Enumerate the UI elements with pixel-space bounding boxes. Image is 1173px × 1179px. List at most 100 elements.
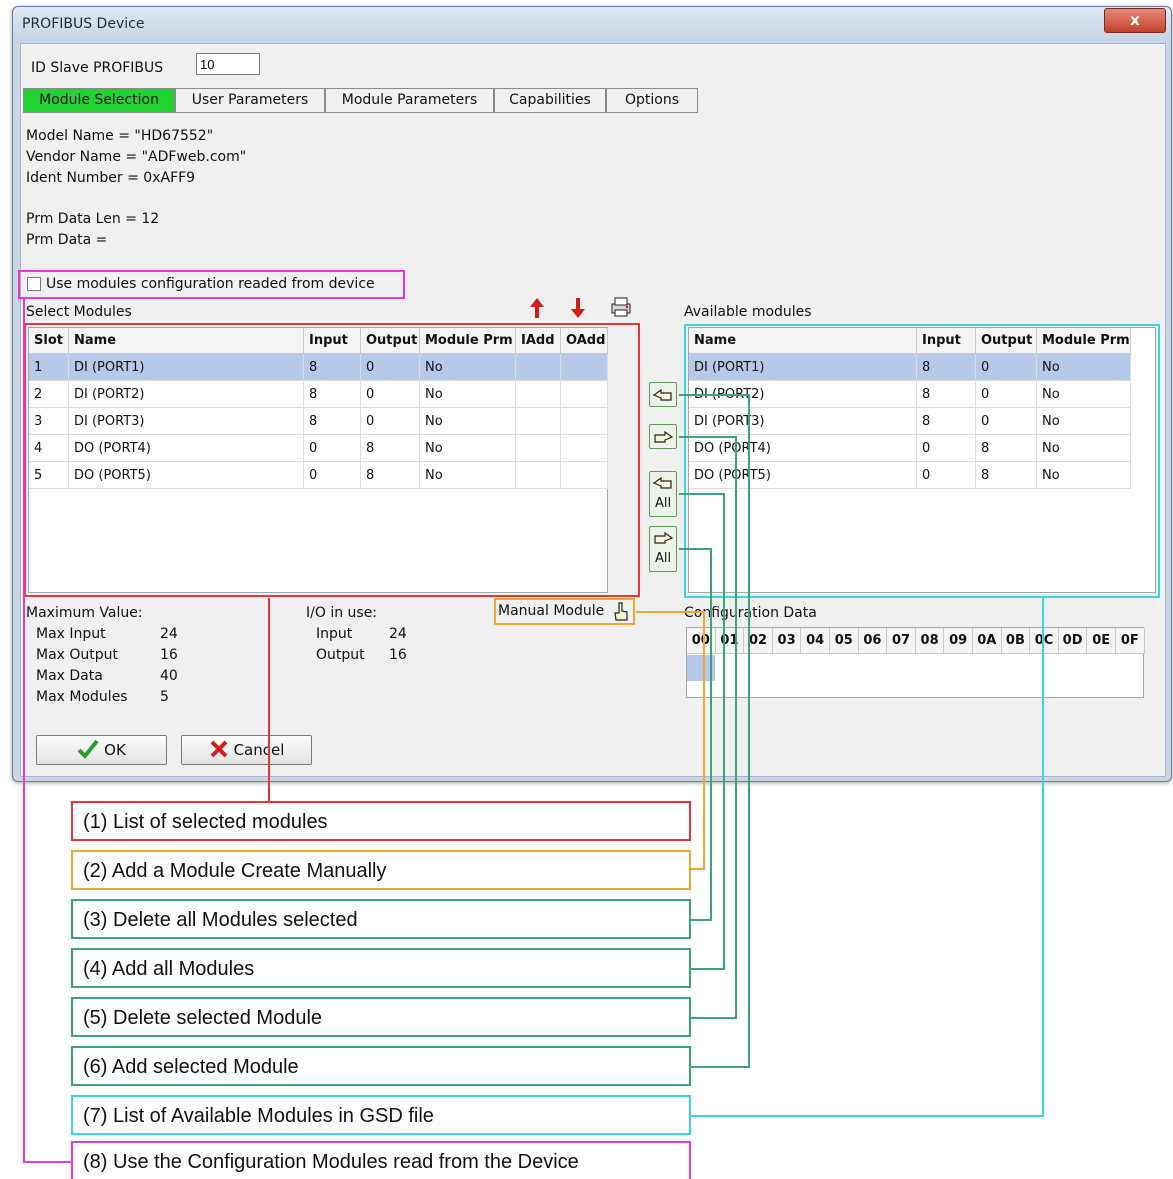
title-bar: PROFIBUS Device x: [13, 7, 1171, 43]
cancel-button[interactable]: Cancel: [181, 735, 312, 765]
cross-icon: [210, 740, 227, 758]
hand-right-icon: [654, 531, 674, 544]
max-input-value: 24: [160, 626, 178, 642]
manual-module-button[interactable]: Manual Module: [494, 598, 635, 625]
callout-7-connector-vertical: [1042, 598, 1044, 1117]
cancel-label: Cancel: [233, 741, 285, 759]
max-modules-label: Max Modules: [36, 689, 128, 705]
hand-left-icon: [652, 476, 672, 489]
callout-7: (7) List of Available Modules in GSD fil…: [71, 1095, 691, 1135]
max-output-label: Max Output: [36, 647, 119, 663]
callout-7-connector-bottom: [691, 1115, 1044, 1117]
add-selected-module-button[interactable]: [649, 382, 677, 407]
callout-5-connector-vertical: [735, 436, 737, 1019]
use-device-config-checkbox[interactable]: [27, 277, 41, 291]
move-up-icon[interactable]: [528, 297, 546, 319]
add-all-modules-button[interactable]: All: [649, 471, 677, 517]
max-output-value: 16: [160, 647, 178, 663]
prm-data-len-text: Prm Data Len = 12: [26, 211, 160, 227]
configuration-data-column-04: 04: [801, 628, 830, 654]
callout-4: (4) Add all Modules: [71, 948, 691, 988]
configuration-data-column-08: 08: [915, 628, 945, 654]
use-device-config-label: Use modules configuration readed from de…: [46, 276, 375, 292]
io-in-use-title: I/O in use:: [306, 605, 378, 621]
ident-number-text: Ident Number = 0xAFF9: [26, 170, 196, 186]
available-modules-label: Available modules: [684, 304, 812, 320]
print-icon[interactable]: [610, 297, 632, 317]
callout-5-connector-top: [679, 436, 736, 438]
callout-2: (2) Add a Module Create Manually: [71, 850, 691, 890]
callout-3-connector-bottom: [691, 919, 712, 921]
configuration-data-column-09: 09: [944, 628, 973, 654]
maximum-value-title: Maximum Value:: [26, 605, 143, 621]
callout-6-connector-top: [679, 394, 749, 396]
callout-2-connector-top: [636, 611, 704, 613]
io-output-label: Output: [316, 647, 365, 663]
select-modules-label: Select Modules: [26, 304, 132, 320]
configuration-data-column-0d: 0D: [1058, 628, 1088, 654]
max-data-value: 40: [160, 668, 178, 684]
configuration-data-column-0f: 0F: [1116, 628, 1145, 654]
tab-module-parameters[interactable]: Module Parameters: [325, 88, 494, 113]
prm-data-text: Prm Data =: [26, 232, 108, 248]
tab-module-selection[interactable]: Module Selection: [23, 88, 175, 113]
ok-label: OK: [104, 741, 126, 759]
io-input-label: Input: [316, 626, 353, 642]
callout-3: (3) Delete all Modules selected: [71, 899, 691, 939]
model-name-text: Model Name = "HD67552": [26, 128, 214, 144]
callout-2-connector-vertical: [703, 611, 705, 869]
configuration-data-column-01: 01: [715, 628, 745, 654]
callout-6-connector-bottom: [691, 1066, 750, 1068]
callout-4-connector-bottom: [691, 968, 725, 970]
tab-options[interactable]: Options: [606, 88, 698, 113]
callout-4-connector-top: [679, 493, 724, 495]
io-output-value: 16: [389, 647, 407, 663]
close-icon: x: [1130, 11, 1140, 29]
delete-all-modules-button[interactable]: All: [649, 526, 677, 572]
hand-left-icon: [652, 388, 672, 401]
callout-8-connector-bottom: [23, 1161, 72, 1163]
id-slave-input[interactable]: [196, 53, 260, 75]
configuration-data-column-0a: 0A: [973, 628, 1002, 654]
configuration-data-column-0b: 0B: [1001, 628, 1031, 654]
configuration-data-column-07: 07: [887, 628, 916, 654]
add-all-label: All: [654, 496, 672, 511]
selected-modules-frame: [24, 323, 640, 597]
window-title: PROFIBUS Device: [22, 16, 145, 32]
callout-1-connector: [268, 598, 270, 801]
max-input-label: Max Input: [36, 626, 106, 642]
callout-8-connector-vertical: [23, 297, 25, 1163]
manual-module-label: Manual Module: [498, 603, 605, 619]
move-down-icon[interactable]: [569, 297, 587, 319]
delete-selected-module-button[interactable]: [649, 424, 677, 449]
callout-3-connector-top: [679, 548, 711, 550]
hand-point-icon: [614, 602, 628, 621]
callout-5-connector-bottom: [691, 1017, 737, 1019]
configuration-data-column-06: 06: [858, 628, 888, 654]
callout-5: (5) Delete selected Module: [71, 997, 691, 1037]
ok-button[interactable]: OK: [36, 735, 167, 765]
hand-right-icon: [654, 430, 674, 443]
callout-6-connector-vertical: [748, 394, 750, 1068]
callout-2-connector-bottom: [691, 868, 705, 870]
tab-user-parameters[interactable]: User Parameters: [175, 88, 325, 113]
callout-6: (6) Add selected Module: [71, 1046, 691, 1086]
callout-1: (1) List of selected modules: [71, 801, 691, 841]
check-icon: [77, 739, 99, 759]
tab-capabilities[interactable]: Capabilities: [494, 88, 606, 113]
callout-3-connector-vertical: [710, 548, 712, 920]
max-data-label: Max Data: [36, 668, 103, 684]
close-button[interactable]: x: [1104, 8, 1166, 33]
max-modules-value: 5: [160, 689, 169, 705]
configuration-data-column-0e: 0E: [1087, 628, 1116, 654]
id-slave-label: ID Slave PROFIBUS: [31, 60, 164, 76]
available-modules-frame: [684, 324, 1160, 598]
configuration-data-column-05: 05: [830, 628, 859, 654]
callout-4-connector-vertical: [723, 493, 725, 970]
delete-all-label: All: [654, 551, 672, 566]
configuration-data-column-03: 03: [772, 628, 802, 654]
io-input-value: 24: [389, 626, 407, 642]
callout-8: (8) Use the Configuration Modules read f…: [71, 1141, 691, 1179]
vendor-name-text: Vendor Name = "ADFweb.com": [26, 149, 247, 165]
configuration-data-column-0c: 0C: [1030, 628, 1059, 654]
